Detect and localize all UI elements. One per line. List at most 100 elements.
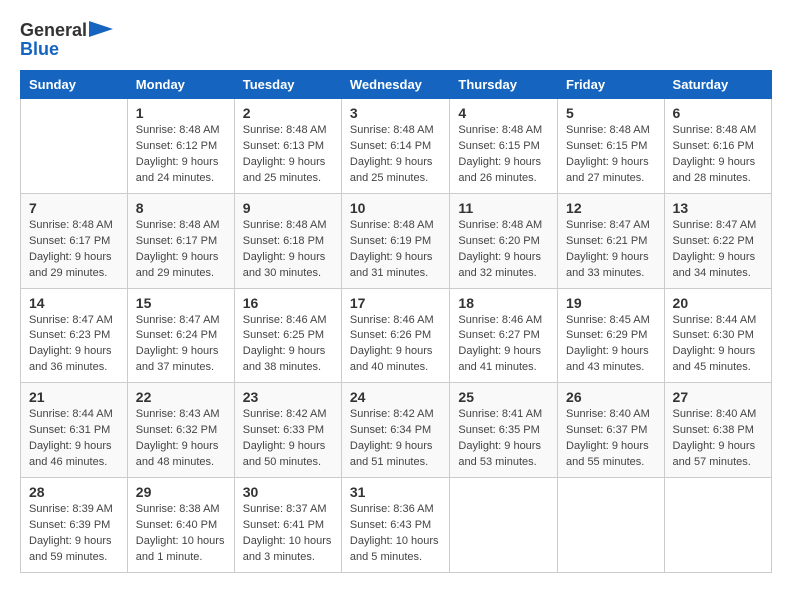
- day-number: 13: [673, 200, 763, 216]
- day-number: 29: [136, 484, 226, 500]
- calendar-cell: 9 Sunrise: 8:48 AMSunset: 6:18 PMDaylight…: [234, 193, 341, 288]
- header-friday: Friday: [558, 71, 665, 99]
- calendar-header-row: SundayMondayTuesdayWednesdayThursdayFrid…: [21, 71, 772, 99]
- calendar-cell: 26 Sunrise: 8:40 AMSunset: 6:37 PMDayligh…: [558, 383, 665, 478]
- day-number: 18: [458, 295, 549, 311]
- calendar-cell: 11 Sunrise: 8:48 AMSunset: 6:20 PMDayligh…: [450, 193, 558, 288]
- cell-info: Sunrise: 8:40 AMSunset: 6:38 PMDaylight:…: [673, 407, 763, 471]
- cell-info: Sunrise: 8:43 AMSunset: 6:32 PMDaylight:…: [136, 407, 226, 471]
- header-monday: Monday: [127, 71, 234, 99]
- logo-container: General Blue: [20, 20, 113, 60]
- cell-info: Sunrise: 8:48 AMSunset: 6:20 PMDaylight:…: [458, 218, 549, 282]
- day-number: 30: [243, 484, 333, 500]
- day-number: 25: [458, 389, 549, 405]
- calendar-cell: 29 Sunrise: 8:38 AMSunset: 6:40 PMDayligh…: [127, 478, 234, 573]
- calendar-cell: 16 Sunrise: 8:46 AMSunset: 6:25 PMDayligh…: [234, 288, 341, 383]
- cell-info: Sunrise: 8:38 AMSunset: 6:40 PMDaylight:…: [136, 502, 226, 566]
- header-tuesday: Tuesday: [234, 71, 341, 99]
- day-number: 9: [243, 200, 333, 216]
- calendar-cell: 4 Sunrise: 8:48 AMSunset: 6:15 PMDaylight…: [450, 99, 558, 194]
- day-number: 24: [350, 389, 442, 405]
- header-saturday: Saturday: [664, 71, 771, 99]
- cell-info: Sunrise: 8:48 AMSunset: 6:15 PMDaylight:…: [458, 123, 549, 187]
- cell-info: Sunrise: 8:48 AMSunset: 6:16 PMDaylight:…: [673, 123, 763, 187]
- calendar-cell: 15Sunrise: 8:47 AMSunset: 6:24 PMDayligh…: [127, 288, 234, 383]
- cell-info: Sunrise: 8:41 AMSunset: 6:35 PMDaylight:…: [458, 407, 549, 471]
- day-number: 3: [350, 105, 442, 121]
- day-number: 11: [458, 200, 549, 216]
- calendar-row: 21 Sunrise: 8:44 AMSunset: 6:31 PMDayligh…: [21, 383, 772, 478]
- logo-general: General: [20, 20, 87, 41]
- day-number: 23: [243, 389, 333, 405]
- calendar-cell: 24Sunrise: 8:42 AMSunset: 6:34 PMDayligh…: [341, 383, 450, 478]
- day-number: 7: [29, 200, 119, 216]
- day-number: 15: [136, 295, 226, 311]
- cell-info: Sunrise: 8:48 AMSunset: 6:17 PMDaylight:…: [29, 218, 119, 282]
- day-number: 22: [136, 389, 226, 405]
- calendar-cell: 2Sunrise: 8:48 AMSunset: 6:13 PMDaylight…: [234, 99, 341, 194]
- calendar-cell: 12 Sunrise: 8:47 AMSunset: 6:21 PMDayligh…: [558, 193, 665, 288]
- calendar-cell: 21 Sunrise: 8:44 AMSunset: 6:31 PMDayligh…: [21, 383, 128, 478]
- calendar-cell: [558, 478, 665, 573]
- day-number: 4: [458, 105, 549, 121]
- day-number: 8: [136, 200, 226, 216]
- day-number: 12: [566, 200, 656, 216]
- cell-info: Sunrise: 8:46 AMSunset: 6:27 PMDaylight:…: [458, 313, 549, 377]
- day-number: 20: [673, 295, 763, 311]
- day-number: 6: [673, 105, 763, 121]
- calendar-cell: 10 Sunrise: 8:48 AMSunset: 6:19 PMDayligh…: [341, 193, 450, 288]
- cell-info: Sunrise: 8:42 AMSunset: 6:33 PMDaylight:…: [243, 407, 333, 471]
- cell-info: Sunrise: 8:48 AMSunset: 6:13 PMDaylight:…: [243, 123, 333, 187]
- cell-info: Sunrise: 8:47 AMSunset: 6:22 PMDaylight:…: [673, 218, 763, 282]
- calendar-cell: 14 Sunrise: 8:47 AMSunset: 6:23 PMDayligh…: [21, 288, 128, 383]
- cell-info: Sunrise: 8:47 AMSunset: 6:23 PMDaylight:…: [29, 313, 119, 377]
- calendar-cell: 28Sunrise: 8:39 AMSunset: 6:39 PMDayligh…: [21, 478, 128, 573]
- calendar-row: 7 Sunrise: 8:48 AMSunset: 6:17 PMDaylight…: [21, 193, 772, 288]
- logo-blue: Blue: [20, 39, 113, 60]
- calendar-cell: 18 Sunrise: 8:46 AMSunset: 6:27 PMDayligh…: [450, 288, 558, 383]
- header-wednesday: Wednesday: [341, 71, 450, 99]
- calendar-cell: 5 Sunrise: 8:48 AMSunset: 6:15 PMDaylight…: [558, 99, 665, 194]
- cell-info: Sunrise: 8:46 AMSunset: 6:25 PMDaylight:…: [243, 313, 333, 377]
- calendar-cell: 7 Sunrise: 8:48 AMSunset: 6:17 PMDaylight…: [21, 193, 128, 288]
- cell-info: Sunrise: 8:40 AMSunset: 6:37 PMDaylight:…: [566, 407, 656, 471]
- calendar-cell: 17 Sunrise: 8:46 AMSunset: 6:26 PMDayligh…: [341, 288, 450, 383]
- calendar-cell: 19 Sunrise: 8:45 AMSunset: 6:29 PMDayligh…: [558, 288, 665, 383]
- calendar-cell: 27 Sunrise: 8:40 AMSunset: 6:38 PMDayligh…: [664, 383, 771, 478]
- cell-info: Sunrise: 8:45 AMSunset: 6:29 PMDaylight:…: [566, 313, 656, 377]
- calendar-cell: 22 Sunrise: 8:43 AMSunset: 6:32 PMDayligh…: [127, 383, 234, 478]
- cell-info: Sunrise: 8:37 AMSunset: 6:41 PMDaylight:…: [243, 502, 333, 566]
- cell-info: Sunrise: 8:44 AMSunset: 6:31 PMDaylight:…: [29, 407, 119, 471]
- day-number: 16: [243, 295, 333, 311]
- day-number: 17: [350, 295, 442, 311]
- header-sunday: Sunday: [21, 71, 128, 99]
- day-number: 21: [29, 389, 119, 405]
- day-number: 14: [29, 295, 119, 311]
- day-number: 19: [566, 295, 656, 311]
- calendar-cell: 8Sunrise: 8:48 AMSunset: 6:17 PMDaylight…: [127, 193, 234, 288]
- cell-info: Sunrise: 8:48 AMSunset: 6:19 PMDaylight:…: [350, 218, 442, 282]
- day-number: 26: [566, 389, 656, 405]
- cell-info: Sunrise: 8:48 AMSunset: 6:18 PMDaylight:…: [243, 218, 333, 282]
- cell-info: Sunrise: 8:46 AMSunset: 6:26 PMDaylight:…: [350, 313, 442, 377]
- calendar-cell: [450, 478, 558, 573]
- calendar-row: 14 Sunrise: 8:47 AMSunset: 6:23 PMDayligh…: [21, 288, 772, 383]
- calendar-row: 28Sunrise: 8:39 AMSunset: 6:39 PMDayligh…: [21, 478, 772, 573]
- cell-info: Sunrise: 8:48 AMSunset: 6:15 PMDaylight:…: [566, 123, 656, 187]
- calendar-cell: 6 Sunrise: 8:48 AMSunset: 6:16 PMDaylight…: [664, 99, 771, 194]
- cell-info: Sunrise: 8:48 AMSunset: 6:14 PMDaylight:…: [350, 123, 442, 187]
- day-number: 1: [136, 105, 226, 121]
- cell-info: Sunrise: 8:47 AMSunset: 6:21 PMDaylight:…: [566, 218, 656, 282]
- calendar-cell: [664, 478, 771, 573]
- calendar-cell: 23 Sunrise: 8:42 AMSunset: 6:33 PMDayligh…: [234, 383, 341, 478]
- cell-info: Sunrise: 8:48 AMSunset: 6:12 PMDaylight:…: [136, 123, 226, 187]
- logo: General Blue: [20, 20, 113, 60]
- day-number: 5: [566, 105, 656, 121]
- day-number: 27: [673, 389, 763, 405]
- day-number: 31: [350, 484, 442, 500]
- calendar-cell: 3 Sunrise: 8:48 AMSunset: 6:14 PMDaylight…: [341, 99, 450, 194]
- day-number: 10: [350, 200, 442, 216]
- cell-info: Sunrise: 8:39 AMSunset: 6:39 PMDaylight:…: [29, 502, 119, 566]
- logo-arrow-icon: [89, 21, 113, 41]
- calendar-cell: [21, 99, 128, 194]
